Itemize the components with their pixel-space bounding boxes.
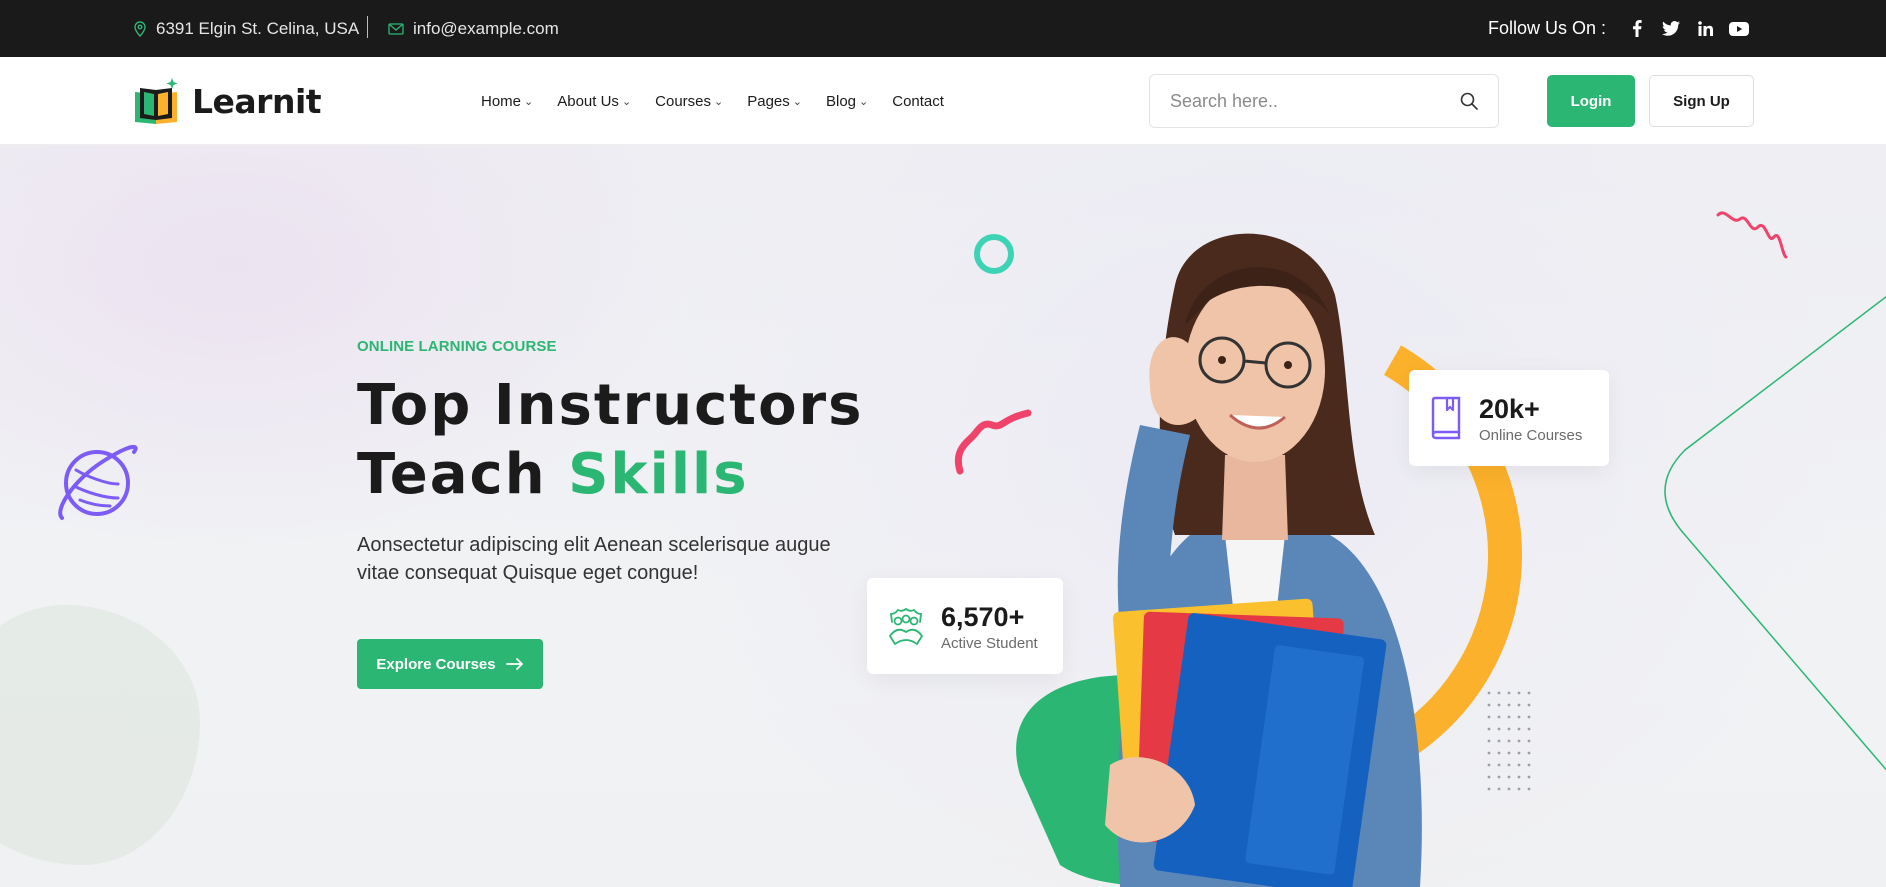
email-info[interactable]: info@example.com — [388, 0, 559, 57]
search-input[interactable] — [1170, 90, 1460, 112]
stat-value-students: 6,570+ — [941, 601, 1025, 632]
linkedin-icon[interactable] — [1688, 12, 1722, 46]
hero-section: ONLINE LARNING COURSE Top Instructors Te… — [0, 145, 1886, 887]
search-icon[interactable] — [1460, 92, 1478, 110]
mail-icon — [388, 22, 404, 35]
follow-label: Follow Us On : — [1487, 18, 1606, 38]
search-box — [1149, 74, 1499, 128]
explore-courses-button[interactable]: Explore Courses — [357, 639, 543, 689]
main-nav: Home ⌄ About Us ⌄ Courses ⌄ Pages ⌄ Blog… — [481, 57, 968, 145]
chevron-down-icon: ⌄ — [792, 96, 802, 108]
diamond-outline-decoration — [1664, 295, 1886, 771]
book-icon — [1431, 396, 1461, 440]
hero-title-accent: Skills — [568, 442, 749, 507]
address-info: 6391 Elgin St. Celina, USA — [133, 0, 359, 57]
facebook-icon[interactable] — [1620, 12, 1654, 46]
nav-label: Blog — [826, 92, 857, 110]
stat-text: 6,570+ Active Student — [941, 601, 1038, 652]
zigzag-decoration — [1716, 211, 1788, 259]
youtube-icon[interactable] — [1722, 12, 1756, 46]
nav-label: Home — [481, 92, 522, 110]
hero-title-line-2: Teach — [357, 442, 569, 507]
chevron-down-icon: ⌄ — [524, 96, 534, 108]
stat-label-students: Active Student — [941, 634, 1038, 652]
nav-label: Contact — [892, 92, 944, 110]
explore-courses-label: Explore Courses — [376, 655, 496, 673]
topbar-divider — [367, 16, 368, 38]
decorative-blob — [0, 605, 200, 865]
brand-name: Learnit — [192, 81, 322, 121]
stat-label-courses: Online Courses — [1479, 426, 1583, 444]
nav-item-home[interactable]: Home ⌄ — [481, 93, 533, 110]
nav-label: About Us — [557, 92, 619, 110]
nav-item-courses[interactable]: Courses ⌄ — [655, 93, 723, 110]
nav-label: Courses — [655, 92, 712, 110]
twitter-icon[interactable] — [1654, 12, 1688, 46]
top-bar: 6391 Elgin St. Celina, USA info@example.… — [0, 0, 1886, 57]
planet-icon — [58, 444, 138, 520]
nav-item-about-us[interactable]: About Us ⌄ — [557, 93, 631, 110]
nav-label: Pages — [747, 92, 790, 110]
nav-item-contact[interactable]: Contact — [892, 93, 944, 110]
nav-item-pages[interactable]: Pages ⌄ — [747, 93, 802, 110]
student-illustration — [1016, 233, 1522, 887]
hero-title-line-1: Top Instructors — [357, 373, 864, 438]
stat-card-courses: 20k+ Online Courses — [1409, 370, 1609, 466]
nav-item-blog[interactable]: Blog ⌄ — [826, 93, 868, 110]
brand-logo[interactable]: Learnit — [132, 76, 322, 126]
stat-card-students: 6,570+ Active Student — [867, 578, 1063, 674]
hero-title: Top Instructors Teach Skills — [357, 371, 864, 509]
chevron-down-icon: ⌄ — [859, 96, 869, 108]
signup-button[interactable]: Sign Up — [1649, 75, 1754, 127]
email-link[interactable]: info@example.com — [413, 19, 559, 39]
main-header: Learnit Home ⌄ About Us ⌄ Courses ⌄ Page… — [0, 57, 1886, 145]
arrow-right-icon — [505, 658, 523, 670]
hero-eyebrow: ONLINE LARNING COURSE — [357, 338, 557, 355]
address-text: 6391 Elgin St. Celina, USA — [156, 18, 360, 38]
social-follow: Follow Us On : — [1488, 0, 1756, 57]
stat-value-courses: 20k+ — [1479, 393, 1540, 424]
hero-description: Aonsectetur adipiscing elit Aenean scele… — [357, 534, 831, 584]
chevron-down-icon: ⌄ — [621, 96, 632, 108]
chevron-down-icon: ⌄ — [714, 96, 724, 108]
stat-text: 20k+ Online Courses — [1479, 393, 1582, 444]
open-book-logo-icon — [135, 78, 178, 124]
students-icon — [889, 608, 923, 645]
login-button[interactable]: Login — [1547, 75, 1635, 127]
location-pin-icon — [134, 20, 146, 37]
